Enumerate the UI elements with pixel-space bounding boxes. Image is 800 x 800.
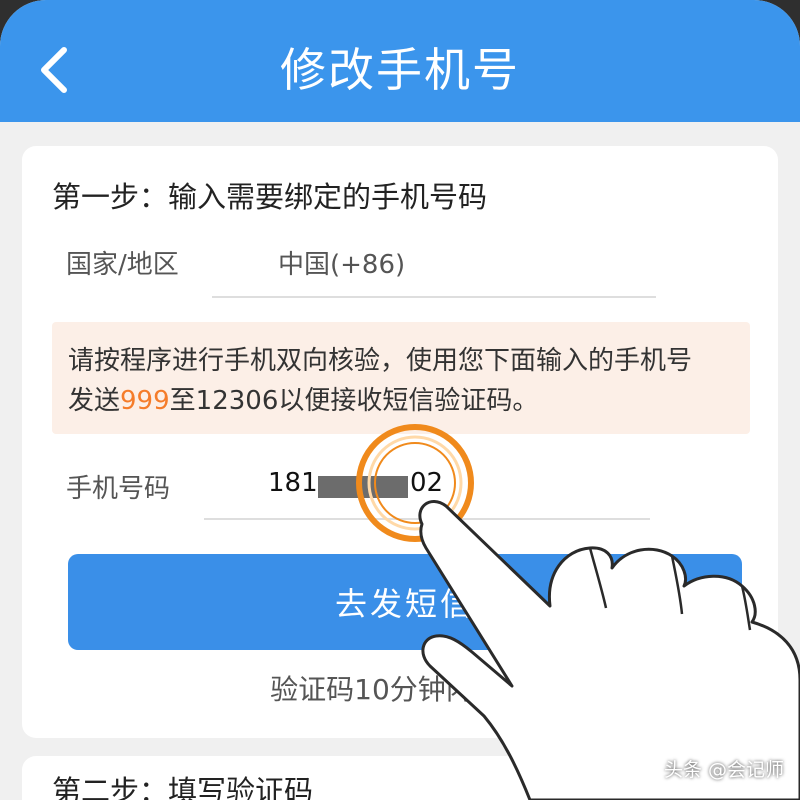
notice-line-1: 请按程序进行手机双向核验，使用您下面输入的手机号 (68, 346, 693, 376)
notice-target-text: 至12306以便接收短信验证码。 (169, 386, 539, 416)
validity-note: 验证码10分钟内有效 (270, 673, 530, 706)
send-sms-button[interactable]: 去发短信 (68, 554, 742, 650)
notice-code-highlight: 999 (120, 386, 170, 416)
notice-box: 请按程序进行手机双向核验，使用您下面输入的手机号 发送999至12306以便接收… (52, 322, 750, 434)
header-bar: 修改手机号 (0, 0, 800, 122)
page-title: 修改手机号 (280, 43, 520, 97)
step1-title: 第一步：输入需要绑定的手机号码 (52, 180, 488, 214)
country-selector[interactable]: 中国(+86) (278, 244, 405, 281)
notice-send-text: 发送 (68, 386, 121, 416)
phone-input[interactable] (268, 466, 468, 506)
watermark: 头条 @会记师 (663, 759, 784, 781)
phone-underline (204, 518, 650, 520)
app-screen: 修改手机号 第一步：输入需要绑定的手机号码 国家/地区 中国(+86) 请按程序… (0, 0, 800, 800)
phone-label: 手机号码 (66, 474, 171, 504)
country-underline (212, 296, 656, 298)
step2-title: 第二步：填写验证码 (52, 774, 314, 800)
notice-line-2: 发送999至12306以便接收短信验证码。 (68, 380, 538, 417)
country-label: 国家/地区 (66, 250, 179, 280)
step1-card: 第一步：输入需要绑定的手机号码 国家/地区 中国(+86) 请按程序进行手机双向… (22, 146, 778, 738)
